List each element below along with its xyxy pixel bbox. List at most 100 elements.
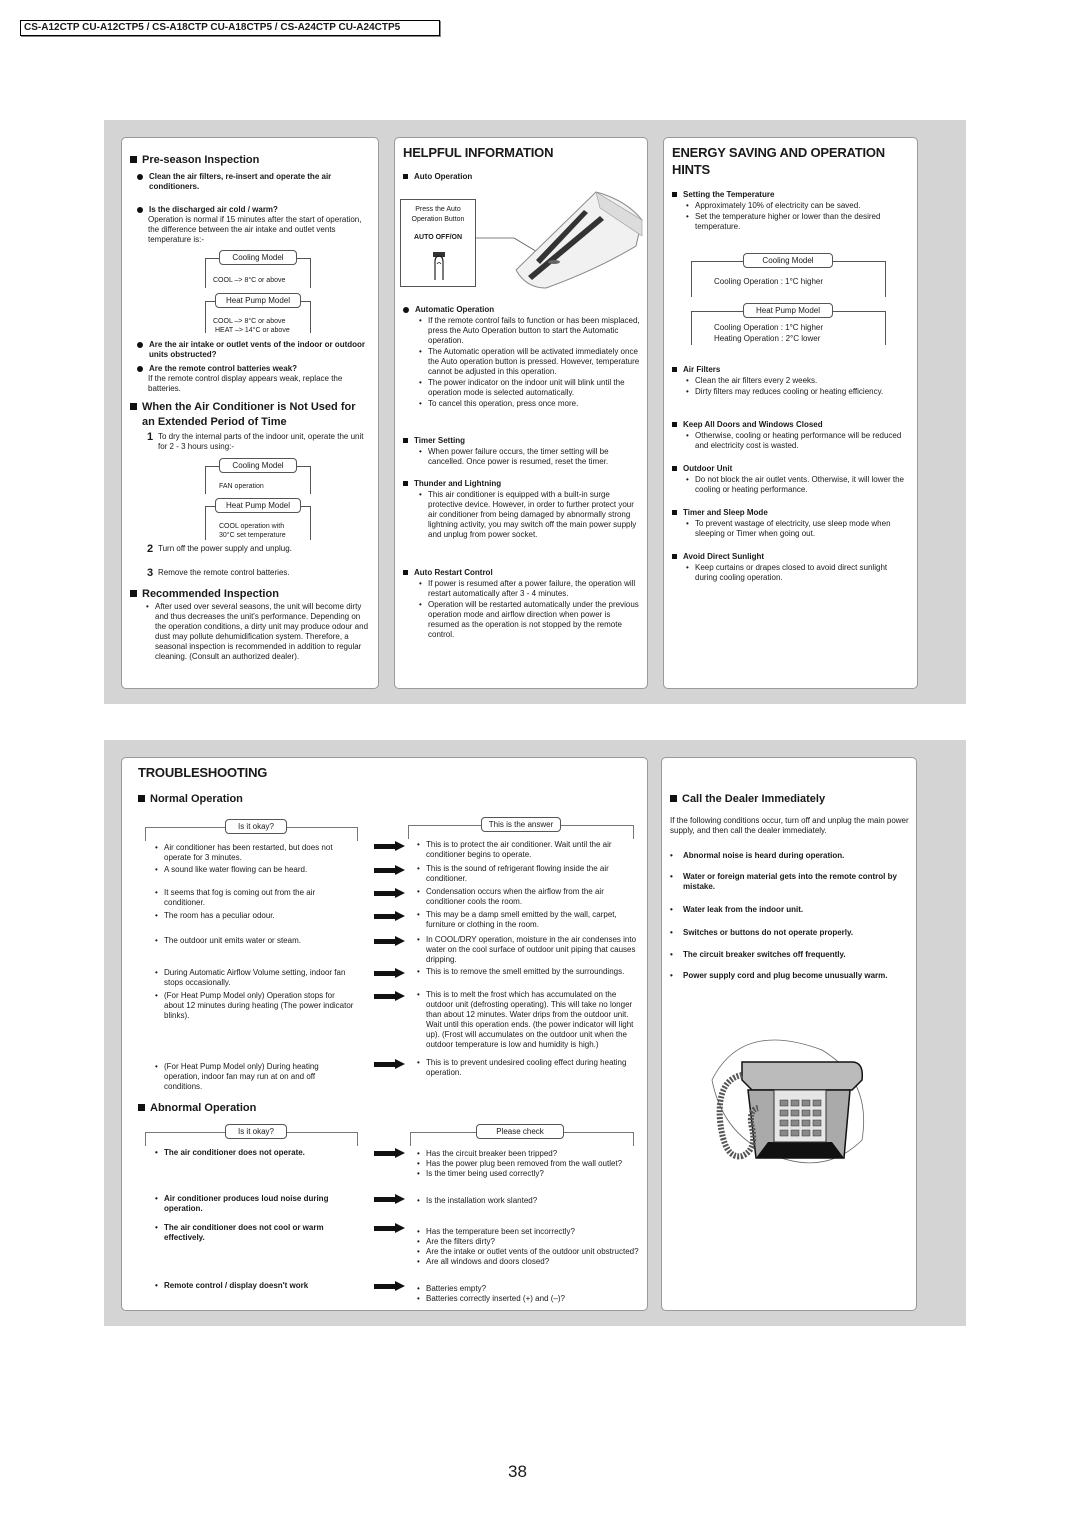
heatpump-model-box: Heat Pump Model COOL –> 8°C or above HEA… (205, 293, 311, 334)
not-used-title: When the Air Conditioner is Not Used for… (130, 400, 370, 430)
heatpump-model-value-2: HEAT –> 14°C or above (215, 327, 290, 334)
cooling-model-label: Cooling Model (219, 250, 297, 265)
arrow-shaft (374, 1151, 396, 1156)
check-item: Has the temperature been set incorrectly… (417, 1227, 639, 1237)
recommended-title-text: Recommended Inspection (142, 588, 279, 600)
telephone-icon (711, 1039, 865, 1164)
normal-question: A sound like water flowing can be heard. (155, 865, 355, 876)
recommended-text: After used over several seasons, the uni… (146, 602, 372, 662)
cooling-model-label: Cooling Model (743, 253, 833, 268)
heatpump-model-label: Heat Pump Model (743, 303, 833, 318)
not-used-step-2: 2 Turn off the power supply and unplug. (147, 544, 375, 555)
arrow-right-icon (374, 911, 406, 921)
list-item: The power indicator on the indoor unit w… (419, 378, 641, 398)
arrow-shaft (374, 914, 396, 919)
arrow-shaft (374, 1284, 396, 1289)
step-number: 3 (147, 567, 154, 579)
square-bullet-icon (672, 367, 677, 372)
normal-answer: Condensation occurs when the airflow fro… (417, 887, 639, 908)
abnormal-question: Air conditioner produces loud noise duri… (155, 1194, 360, 1215)
normal-question: The room has a peculiar odour. (155, 911, 355, 922)
energy-title-line-2: HINTS (672, 162, 711, 177)
abnormal-left-header: Is it okay? (145, 1124, 358, 1146)
timer-setting-title: Timer Setting (403, 436, 465, 446)
air-filters-title-text: Air Filters (683, 365, 721, 374)
check-item: Is the timer being used correctly? (417, 1169, 639, 1179)
abnormal-right-header: Please check (410, 1124, 634, 1146)
arrow-right-icon (374, 1148, 406, 1158)
dealer-condition: Water leak from the indoor unit. (670, 905, 900, 916)
list-item: Operation will be restarted automaticall… (419, 600, 641, 640)
not-used-step-3: 3 Remove the remote control batteries. (147, 568, 375, 579)
dealer-condition: Water or foreign material gets into the … (670, 872, 900, 893)
normal-question: (For Heat Pump Model only) During heatin… (155, 1062, 355, 1093)
normal-right-header: This is the answer (408, 817, 634, 839)
this-is-the-answer-label: This is the answer (481, 817, 561, 832)
square-bullet-icon (138, 795, 145, 802)
dealer-condition: The circuit breaker switches off frequen… (670, 950, 900, 961)
callout-line-1: Press the Auto (415, 206, 461, 213)
dot-bullet-icon (137, 207, 143, 213)
answer-text: Condensation occurs when the airflow fro… (417, 887, 639, 907)
question-text: Remote control / display doesn't work (155, 1281, 360, 1291)
arrow-right-icon (374, 841, 406, 851)
dealer-condition-text: Abnormal noise is heard during operation… (670, 851, 900, 861)
setting-temperature-list: Approximately 10% of electricity can be … (686, 201, 914, 233)
normal-answer: This is to melt the frost which has accu… (417, 990, 639, 1051)
timer-setting-title-text: Timer Setting (414, 436, 465, 445)
dot-bullet-icon (403, 307, 409, 313)
square-bullet-icon (672, 554, 677, 559)
list-item: Otherwise, cooling or heating performanc… (686, 431, 910, 451)
auto-restart-list: If power is resumed after a power failur… (419, 579, 641, 641)
check-item: Are all windows and doors closed? (417, 1257, 639, 1267)
question-text: (For Heat Pump Model only) During heatin… (155, 1062, 355, 1092)
air-filters-list: Clean the air filters every 2 weeks. Dir… (686, 376, 910, 398)
normal-answer: This is to remove the smell emitted by t… (417, 967, 639, 978)
automatic-operation-title-text: Automatic Operation (415, 305, 495, 314)
helpful-title: HELPFUL INFORMATION (403, 145, 554, 160)
preseason-item-2-title: Is the discharged air cold / warm? (137, 205, 375, 215)
question-text: The air conditioner does not operate. (155, 1148, 360, 1158)
not-used-cooling-box: Cooling Model FAN operation (205, 458, 311, 494)
question-text: It seems that fog is coming out from the… (155, 888, 355, 908)
model-numbers-header: CS-A12CTP CU-A12CTP5 / CS-A18CTP CU-A18C… (20, 20, 440, 36)
square-bullet-icon (672, 466, 677, 471)
auto-operation-title: Auto Operation (403, 172, 472, 182)
abnormal-checks: Has the temperature been set incorrectly… (417, 1227, 639, 1267)
dot-bullet-icon (137, 366, 143, 372)
arrow-head (395, 968, 405, 978)
dealer-condition: Abnormal noise is heard during operation… (670, 851, 900, 862)
energy-heatpump-box: Heat Pump Model Cooling Operation : 1°C … (691, 303, 886, 345)
energy-cooling-box: Cooling Model Cooling Operation : 1°C hi… (691, 253, 886, 297)
normal-question: Air conditioner has been restarted, but … (155, 843, 355, 864)
abnormal-question: The air conditioner does not cool or war… (155, 1223, 360, 1244)
call-dealer-title: Call the Dealer Immediately (670, 792, 825, 806)
outdoor-unit-title-text: Outdoor Unit (683, 464, 733, 473)
preseason-title: Pre-season Inspection (130, 153, 375, 167)
step-text: To dry the internal parts of the indoor … (158, 432, 364, 451)
dealer-condition-text: Water or foreign material gets into the … (670, 872, 900, 892)
step-number: 2 (147, 543, 154, 555)
list-item: Approximately 10% of electricity can be … (686, 201, 914, 211)
preseason-item-3-text: Are the air intake or outlet vents of th… (149, 340, 366, 359)
auto-off-on-label: AUTO OFF/ON (413, 234, 463, 241)
cooling-model-value: COOL –> 8°C or above (213, 277, 286, 284)
heatpump-model-label: Heat Pump Model (215, 498, 301, 513)
automatic-operation-title: Automatic Operation (403, 305, 494, 315)
check-item: Is the installation work slanted? (417, 1196, 639, 1206)
timer-setting-list: When power failure occurs, the timer set… (419, 447, 641, 468)
square-bullet-icon (403, 174, 408, 179)
panel-preseason: Pre-season Inspection Clean the air filt… (121, 137, 379, 689)
list-item: If power is resumed after a power failur… (419, 579, 641, 599)
automatic-operation-list: If the remote control fails to function … (419, 316, 641, 410)
energy-title-line-1: ENERGY SAVING AND OPERATION (672, 145, 885, 160)
arrow-head (395, 911, 405, 921)
is-it-okay-label: Is it okay? (225, 819, 287, 834)
arrow-right-icon (374, 888, 406, 898)
dealer-condition: Power supply cord and plug become unusua… (670, 971, 900, 982)
square-bullet-icon (672, 422, 677, 427)
abnormal-operation-title-text: Abnormal Operation (150, 1102, 257, 1114)
square-bullet-icon (670, 795, 677, 802)
arrow-right-icon (374, 865, 406, 875)
thunder-list: This air conditioner is equipped with a … (419, 490, 641, 541)
